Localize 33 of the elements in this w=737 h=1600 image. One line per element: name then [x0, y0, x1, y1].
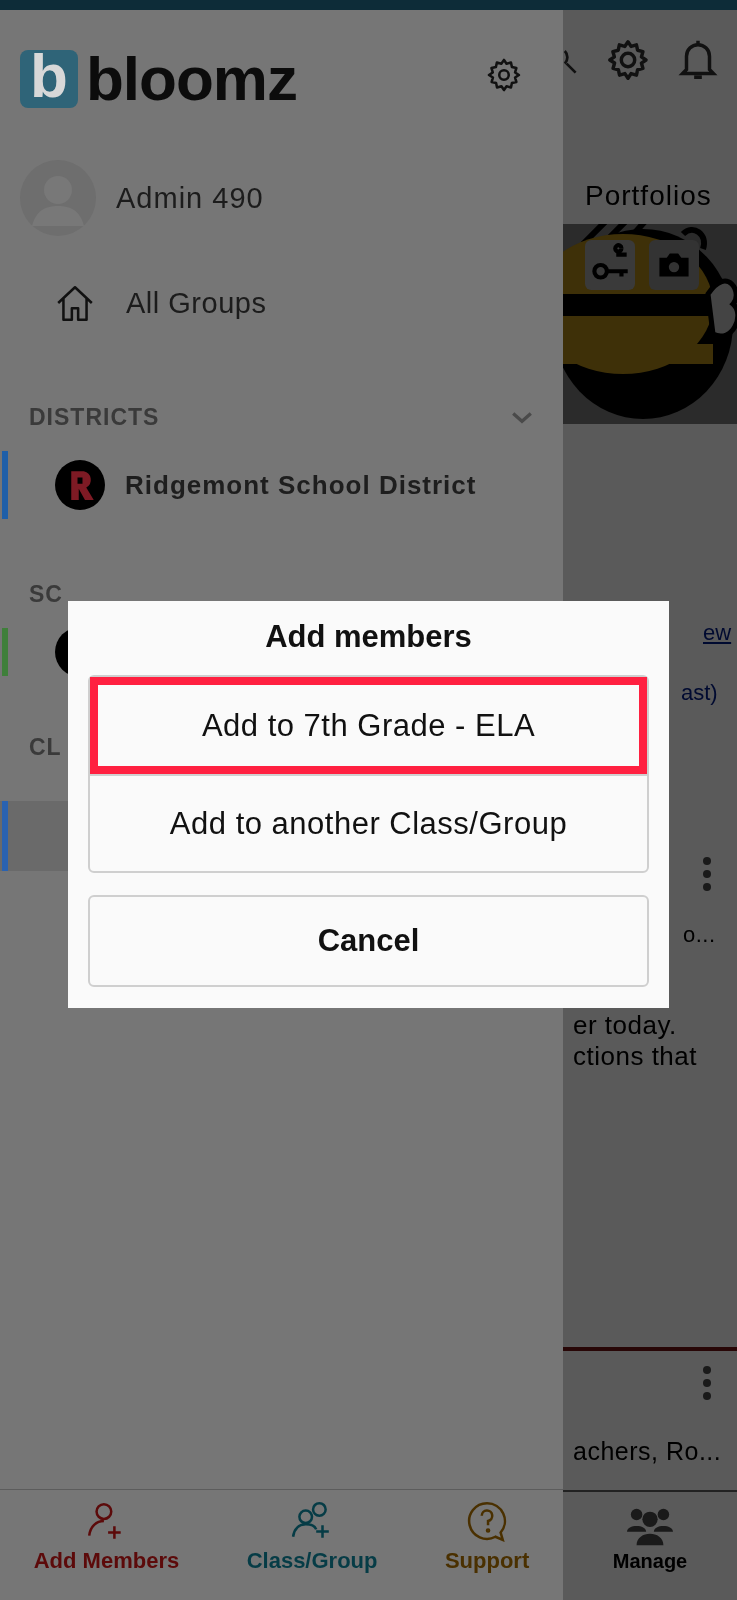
- nav-tab[interactable]: Support: [444, 1490, 530, 1600]
- district-name[interactable]: Ridgemont School District: [125, 469, 477, 501]
- people-icon: [627, 1506, 673, 1546]
- more-icon[interactable]: [702, 856, 712, 892]
- chevron-down-icon[interactable]: [511, 410, 533, 425]
- option-button[interactable]: Add to 7th Grade - ELA: [90, 677, 647, 774]
- district-logo-icon: [55, 460, 105, 510]
- nav-icon: [466, 1500, 509, 1542]
- post-text: er today.: [573, 1010, 678, 1041]
- link-text[interactable]: ast): [681, 680, 737, 706]
- section-heading: SC: [29, 581, 63, 608]
- cancel-button[interactable]: Cancel: [88, 895, 649, 987]
- post-text: o...: [683, 922, 717, 948]
- settings-icon[interactable]: [485, 56, 523, 94]
- section-heading: CL: [29, 734, 62, 761]
- nav-tab[interactable]: Add Members: [33, 1490, 180, 1600]
- manage-tab[interactable]: Manage: [563, 1490, 737, 1600]
- portfolios-tab[interactable]: Portfolios: [585, 180, 737, 212]
- all-groups-item[interactable]: All Groups: [54, 282, 563, 324]
- logo-mark: b: [20, 50, 78, 108]
- dialog-title: Add members: [264, 619, 473, 656]
- more-icon[interactable]: [702, 1365, 712, 1401]
- camera-icon[interactable]: [649, 240, 699, 290]
- user-name[interactable]: Admin 490: [116, 181, 264, 215]
- section-heading: DISTRICTS: [29, 404, 160, 431]
- post-text: achers, Ro...: [573, 1437, 723, 1466]
- settings-icon[interactable]: [605, 37, 651, 83]
- post-text: ctions that: [573, 1041, 698, 1072]
- option-button[interactable]: Add to another Class/Group: [90, 774, 647, 871]
- brand-name: bloomz: [86, 50, 297, 108]
- key-person-icon[interactable]: [585, 240, 635, 290]
- nav-tab[interactable]: Class/Group: [246, 1490, 378, 1600]
- view-link[interactable]: ew: [703, 620, 737, 646]
